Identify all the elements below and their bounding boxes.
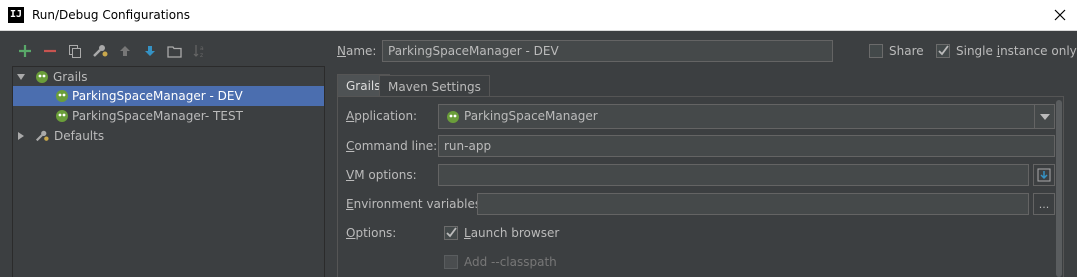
application-value: ParkingSpaceManager xyxy=(464,109,598,123)
grails-icon xyxy=(36,71,48,83)
svg-text:a: a xyxy=(200,45,204,52)
chevron-down-icon xyxy=(1039,113,1050,120)
launch-browser-label[interactable]: Launch browser xyxy=(464,226,559,240)
tree-group-label: Grails xyxy=(53,70,88,84)
intellij-app-icon: IJ xyxy=(8,7,24,23)
tree-group-grails[interactable]: Grails xyxy=(13,67,324,87)
single-instance-checkbox[interactable] xyxy=(936,44,950,58)
collapse-arrow-icon[interactable] xyxy=(16,131,26,141)
folder-icon xyxy=(167,45,182,58)
add-classpath-label: Add --classpath xyxy=(464,255,557,269)
tree-group-label: Defaults xyxy=(54,129,105,143)
grails-icon xyxy=(447,111,459,123)
wrench-icon xyxy=(35,130,49,142)
copy-icon xyxy=(68,45,81,58)
grails-icon xyxy=(56,110,68,122)
window-title: Run/Debug Configurations xyxy=(32,8,190,22)
remove-configuration-button[interactable] xyxy=(37,40,62,62)
share-checkbox[interactable] xyxy=(869,44,883,58)
command-line-field[interactable]: run-app xyxy=(438,135,1055,157)
move-down-icon xyxy=(144,46,155,56)
tree-item-label: ParkingSpaceManager- TEST xyxy=(72,109,243,123)
add-classpath-checkbox[interactable] xyxy=(444,255,458,269)
environment-variables-label: Environment variables: xyxy=(346,197,486,211)
scrollbar-thumb[interactable] xyxy=(1056,100,1062,277)
checkmark-icon xyxy=(446,227,457,238)
checkmark-icon xyxy=(938,45,949,56)
name-label: Name: xyxy=(337,44,377,58)
move-up-icon xyxy=(119,46,130,56)
configurations-tree[interactable]: Grails ParkingSpaceManager - DEV Parking… xyxy=(12,66,325,277)
create-folder-button[interactable] xyxy=(162,40,187,62)
command-line-label: Command line: xyxy=(346,139,438,153)
application-label: Application: xyxy=(346,109,418,123)
tree-group-defaults[interactable]: Defaults xyxy=(13,126,324,146)
tree-item-parkingspacemanager-test[interactable]: ParkingSpaceManager- TEST xyxy=(13,106,324,126)
add-icon xyxy=(18,45,31,57)
vm-options-label: VM options: xyxy=(346,168,417,182)
move-down-button[interactable] xyxy=(137,40,162,62)
configurations-toolbar: a z xyxy=(12,40,212,62)
single-instance-label[interactable]: Single instance only xyxy=(956,44,1077,58)
launch-browser-checkbox[interactable] xyxy=(444,226,458,240)
name-field[interactable]: ParkingSpaceManager - DEV xyxy=(382,40,833,62)
svg-text:z: z xyxy=(200,52,203,58)
close-button[interactable] xyxy=(1051,6,1069,24)
edit-defaults-icon xyxy=(92,45,107,57)
title-bar: IJ Run/Debug Configurations xyxy=(0,0,1077,31)
options-label: Options: xyxy=(346,226,397,240)
expand-field-icon xyxy=(1037,168,1051,182)
add-configuration-button[interactable] xyxy=(12,40,37,62)
sort-icon: a z xyxy=(193,45,204,58)
expand-vm-options-button[interactable] xyxy=(1033,164,1055,186)
environment-variables-field[interactable] xyxy=(477,193,1029,215)
remove-icon xyxy=(43,49,56,53)
copy-configuration-button[interactable] xyxy=(62,40,87,62)
share-label[interactable]: Share xyxy=(889,44,924,58)
tab-maven-settings[interactable]: Maven Settings xyxy=(379,75,490,98)
edit-defaults-button[interactable] xyxy=(87,40,112,62)
vm-options-field[interactable] xyxy=(438,164,1029,186)
application-select[interactable]: ParkingSpaceManager xyxy=(438,104,1055,129)
grails-icon xyxy=(56,90,68,102)
expand-arrow-icon[interactable] xyxy=(16,72,26,82)
tree-item-parkingspacemanager-dev[interactable]: ParkingSpaceManager - DEV xyxy=(13,86,324,106)
move-up-button[interactable] xyxy=(112,40,137,62)
edit-environment-variables-button[interactable]: ... xyxy=(1033,193,1055,215)
sort-button[interactable]: a z xyxy=(187,40,212,62)
dropdown-button[interactable] xyxy=(1034,105,1054,128)
close-icon xyxy=(1054,9,1066,21)
tree-item-label: ParkingSpaceManager - DEV xyxy=(72,89,243,103)
